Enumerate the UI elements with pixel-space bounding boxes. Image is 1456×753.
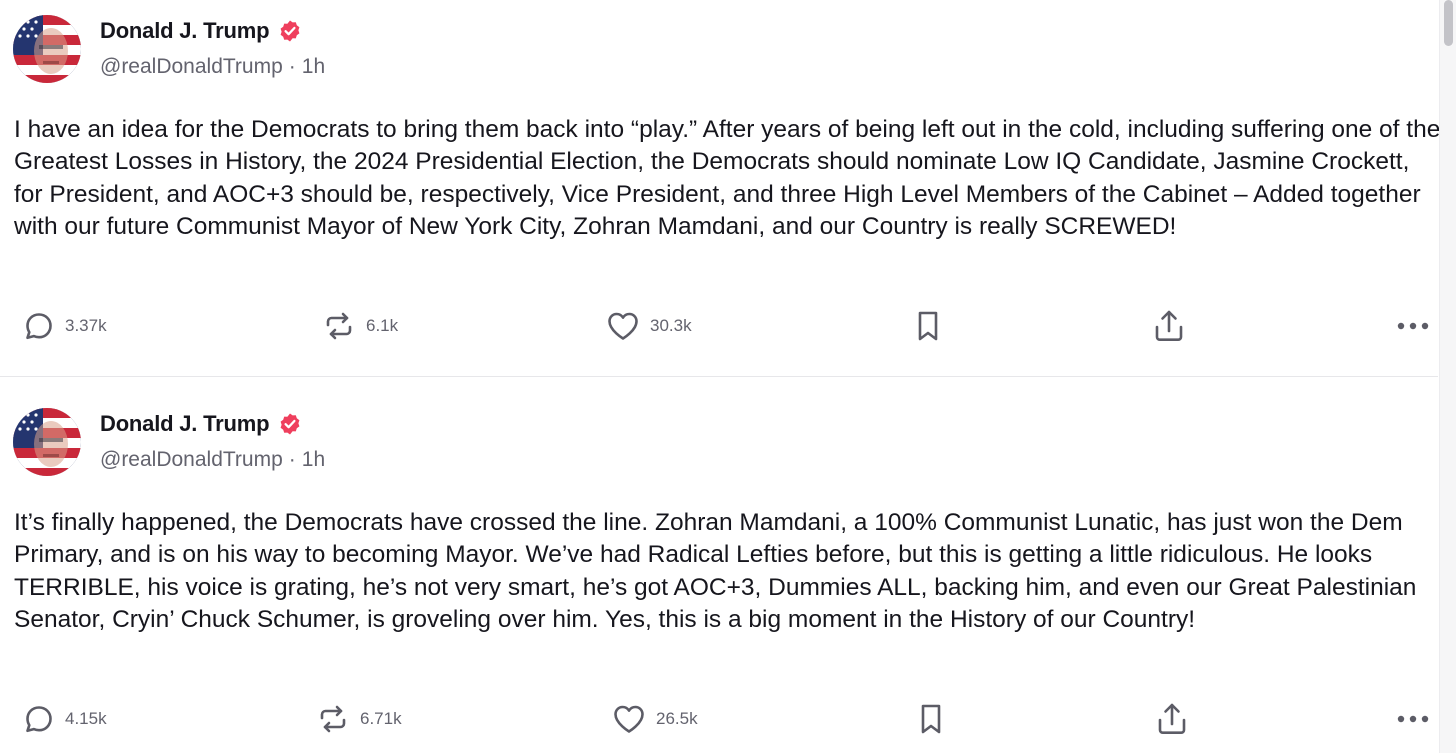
repost-count: 6.71k <box>360 709 402 728</box>
timestamp[interactable]: 1h <box>302 55 325 78</box>
post-feed: Donald J. Trump @realDonaldTrump · 1h I ha… <box>0 0 1456 753</box>
share-button[interactable] <box>1152 306 1186 346</box>
handle-row: @realDonaldTrump · 1h <box>100 55 325 79</box>
repost-count: 6.1k <box>366 316 399 335</box>
post[interactable]: Donald J. Trump @realDonaldTrump · 1h It’s… <box>0 393 1438 753</box>
verified-badge-icon <box>278 412 302 436</box>
author-row: Donald J. Trump <box>100 409 302 439</box>
post[interactable]: Donald J. Trump @realDonaldTrump · 1h I ha… <box>0 0 1440 377</box>
avatar[interactable] <box>13 15 81 83</box>
reply-count: 3.37k <box>65 316 107 335</box>
reply-button[interactable]: 4.15k <box>23 699 107 739</box>
separator: · <box>288 448 296 471</box>
repost-arrows-icon <box>322 309 356 343</box>
repost-button[interactable]: 6.1k <box>322 306 398 346</box>
heart-icon <box>606 310 640 342</box>
bookmark-icon <box>916 702 946 736</box>
heart-icon <box>612 703 646 735</box>
separator: · <box>288 55 296 78</box>
bookmark-icon <box>913 309 943 343</box>
like-count: 26.5k <box>656 709 698 728</box>
display-name[interactable]: Donald J. Trump <box>100 411 270 437</box>
reply-count: 4.15k <box>65 709 107 728</box>
reply-bubble-icon <box>23 310 55 342</box>
scrollbar[interactable] <box>1439 0 1456 753</box>
author-row: Donald J. Trump <box>100 16 302 46</box>
reply-button[interactable]: 3.37k <box>23 306 107 346</box>
repost-button[interactable]: 6.71k <box>316 699 402 739</box>
timestamp[interactable]: 1h <box>302 448 325 471</box>
handle[interactable]: @realDonaldTrump <box>100 448 283 471</box>
share-upload-icon <box>1155 701 1189 737</box>
handle[interactable]: @realDonaldTrump <box>100 55 283 78</box>
repost-arrows-icon <box>316 702 350 736</box>
share-button[interactable] <box>1155 699 1189 739</box>
verified-badge-icon <box>278 19 302 43</box>
scrollbar-thumb[interactable] <box>1444 0 1453 46</box>
bookmark-button[interactable] <box>916 699 946 739</box>
more-dots-icon <box>1396 709 1430 729</box>
more-options-button[interactable] <box>1396 306 1430 346</box>
share-upload-icon <box>1152 308 1186 344</box>
post-text: I have an idea for the Democrats to brin… <box>14 116 1441 240</box>
display-name[interactable]: Donald J. Trump <box>100 18 270 44</box>
like-count: 30.3k <box>650 316 692 335</box>
like-button[interactable]: 30.3k <box>606 306 692 346</box>
more-dots-icon <box>1396 316 1430 336</box>
handle-row: @realDonaldTrump · 1h <box>100 448 325 472</box>
more-options-button[interactable] <box>1396 699 1430 739</box>
bookmark-button[interactable] <box>913 306 943 346</box>
avatar[interactable] <box>13 408 81 476</box>
reply-bubble-icon <box>23 703 55 735</box>
like-button[interactable]: 26.5k <box>612 699 698 739</box>
post-text: It’s finally happened, the Democrats hav… <box>14 509 1417 633</box>
